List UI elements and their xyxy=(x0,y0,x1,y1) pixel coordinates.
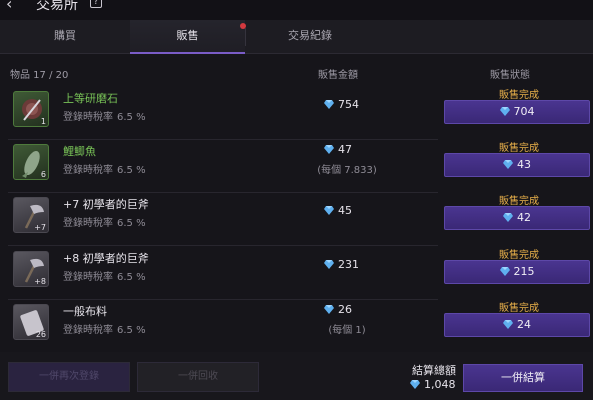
diamond-icon xyxy=(503,160,513,169)
tax-rate-value: 6.5 % xyxy=(117,325,146,336)
tax-rate-label: 登錄時稅率 xyxy=(63,272,113,283)
table-row: +8 +8 初學者的巨斧 登錄時稅率 6.5 % 231 販售完成 215 xyxy=(8,246,590,300)
axe-icon[interactable]: +7 xyxy=(13,197,49,233)
collect-button[interactable]: 704 xyxy=(444,100,590,124)
unit-price: (每個 1) xyxy=(328,325,366,336)
status-badge: 販售完成 xyxy=(499,303,539,314)
items-count-header: 物品 17 / 20 xyxy=(10,70,69,81)
diamond-icon xyxy=(410,380,420,389)
status-badge: 販售完成 xyxy=(499,250,539,261)
collect-button[interactable]: 24 xyxy=(444,313,590,337)
table-row: 6 鯉鯽魚登錄時稅率 6.5 % 47 (每個 7.833) 販售完成 43 xyxy=(8,139,590,193)
tab-sell[interactable]: 販售 xyxy=(130,20,245,54)
tax-rate-label: 登錄時稅率 xyxy=(63,325,113,336)
back-arrow-icon[interactable]: ‹ xyxy=(6,0,12,13)
item-quantity: 1 xyxy=(40,117,46,126)
tax-rate: 登錄時稅率 6.5 % xyxy=(63,321,146,336)
notification-dot xyxy=(240,23,246,29)
table-row: +7 +7 初學者的巨斧 登錄時稅率 6.5 % 45 販售完成 42 xyxy=(8,192,590,246)
collect-button[interactable]: 43 xyxy=(444,153,590,177)
sale-price: 26 xyxy=(324,303,374,316)
diamond-icon xyxy=(324,206,334,215)
item-name: 鯉鯽魚 xyxy=(63,145,96,158)
status-badge: 販售完成 xyxy=(499,196,539,207)
item-name: +8 初學者的巨斧 xyxy=(63,252,149,265)
diamond-icon xyxy=(324,260,334,269)
item-name: 上等研磨石 xyxy=(63,92,118,105)
sale-price-value: 26 xyxy=(338,303,352,316)
unit-price: (每個 7.833) xyxy=(317,165,377,176)
tab-bar: 購買 販售 交易紀錄 xyxy=(0,20,593,54)
diamond-icon xyxy=(499,107,510,116)
tax-rate-value: 6.5 % xyxy=(117,112,146,123)
item-name: +7 初學者的巨斧 xyxy=(63,198,149,211)
collect-amount: 42 xyxy=(517,211,531,224)
price-column-header: 販售金額 xyxy=(318,70,358,81)
tab-history[interactable]: 交易紀錄 xyxy=(245,20,375,54)
title-bar: ‹ 交易所 ? xyxy=(0,0,593,20)
collect-button[interactable]: 215 xyxy=(444,260,590,284)
collect-amount: 43 xyxy=(517,158,531,171)
tax-rate-label: 登錄時稅率 xyxy=(63,165,113,176)
tax-rate: 登錄時稅率 6.5 % xyxy=(63,268,146,283)
tax-rate-value: 6.5 % xyxy=(117,218,146,229)
item-quantity: 6 xyxy=(40,170,46,179)
status-badge: 販售完成 xyxy=(499,90,539,101)
tax-rate-value: 6.5 % xyxy=(117,165,146,176)
help-book-icon[interactable]: ? xyxy=(90,0,102,8)
settlement-total-label: 結算總額 xyxy=(412,364,456,377)
collect-button[interactable]: 42 xyxy=(444,206,590,230)
grindstone-icon[interactable]: 1 xyxy=(13,91,49,127)
item-quantity: +7 xyxy=(34,223,46,232)
collect-amount: 215 xyxy=(513,265,535,278)
cloth-icon[interactable]: 26 xyxy=(13,304,49,340)
sale-price-value: 45 xyxy=(338,204,352,217)
collect-amount: 24 xyxy=(517,318,531,331)
diamond-icon xyxy=(499,267,510,276)
settle-all-button[interactable]: 一併結算 xyxy=(463,364,583,392)
table-row: 26 一般布料登錄時稅率 6.5 % 26 (每個 1) 販售完成 24 xyxy=(8,299,590,353)
tax-rate: 登錄時稅率 6.5 % xyxy=(63,161,146,176)
diamond-icon xyxy=(324,305,334,314)
settlement-total-value: 1,048 xyxy=(410,378,456,391)
retrieve-all-button[interactable]: 一併回收 xyxy=(137,362,259,392)
diamond-icon xyxy=(503,320,513,329)
tax-rate: 登錄時稅率 6.5 % xyxy=(63,108,146,123)
tax-rate-value: 6.5 % xyxy=(117,272,146,283)
sale-price: 231 xyxy=(324,258,374,271)
status-column-header: 販售狀態 xyxy=(490,70,530,81)
sale-price: 754 xyxy=(324,98,374,111)
page-title: 交易所 xyxy=(36,0,78,13)
tab-buy[interactable]: 購買 xyxy=(0,20,130,54)
sale-price-value: 231 xyxy=(338,258,359,271)
fish-icon[interactable]: 6 xyxy=(13,144,49,180)
axe-icon[interactable]: +8 xyxy=(13,251,49,287)
collect-amount: 704 xyxy=(513,105,535,118)
item-name: 一般布料 xyxy=(63,305,107,318)
diamond-icon xyxy=(324,100,334,109)
diamond-icon xyxy=(503,213,513,222)
settlement-total-amount: 1,048 xyxy=(424,378,456,391)
diamond-icon xyxy=(324,145,334,154)
sale-price: 45 xyxy=(324,204,374,217)
status-badge: 販售完成 xyxy=(499,143,539,154)
item-quantity: +8 xyxy=(34,277,46,286)
sale-price-value: 47 xyxy=(338,143,352,156)
tax-rate: 登錄時稅率 6.5 % xyxy=(63,214,146,229)
sale-price-value: 754 xyxy=(338,98,359,111)
sale-price: 47 xyxy=(324,143,374,156)
item-quantity: 26 xyxy=(35,330,46,339)
table-row: 1 上等研磨石登錄時稅率 6.5 % 754 販售完成 704 xyxy=(8,86,590,140)
tax-rate-label: 登錄時稅率 xyxy=(63,112,113,123)
reregister-all-button[interactable]: 一併再次登錄 xyxy=(8,362,130,392)
tax-rate-label: 登錄時稅率 xyxy=(63,218,113,229)
